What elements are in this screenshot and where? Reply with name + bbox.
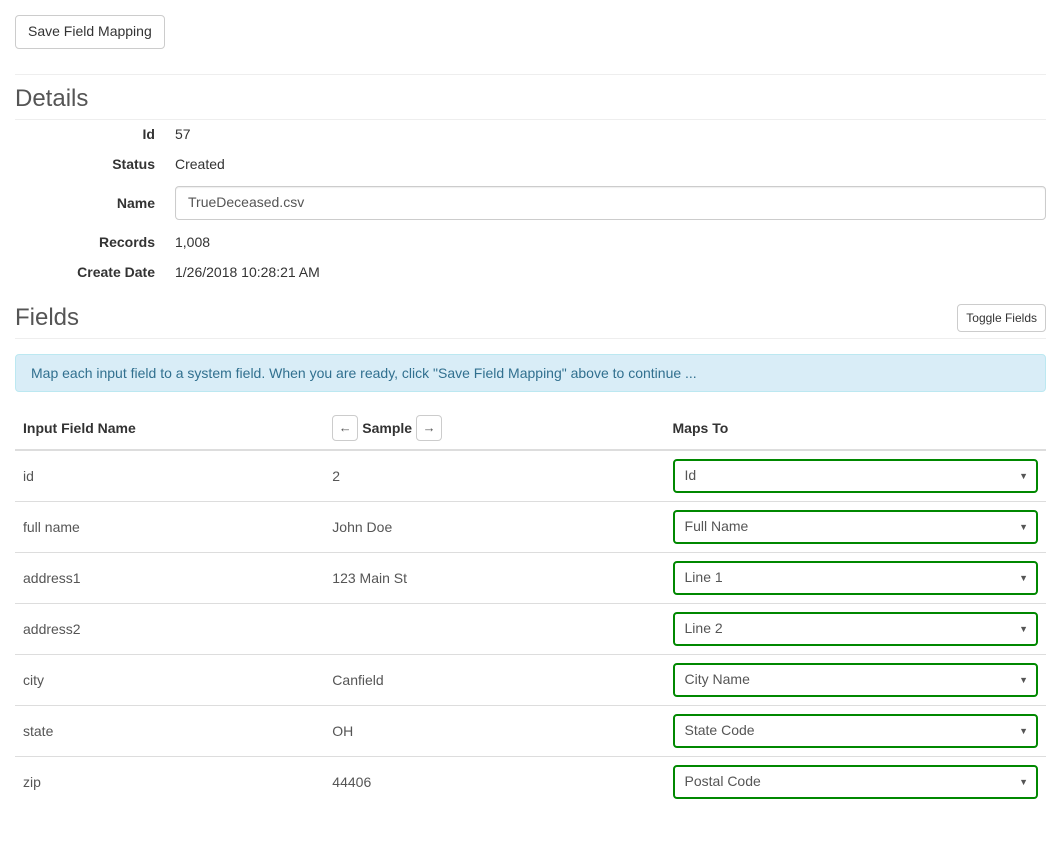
sample-label: Sample [362, 420, 412, 436]
maps-to-cell: Line 1 [665, 552, 1046, 603]
input-field-name: state [15, 705, 324, 756]
value-create-date: 1/26/2018 10:28:21 AM [175, 264, 1046, 280]
label-create-date: Create Date [15, 264, 175, 280]
value-id: 57 [175, 126, 1046, 142]
maps-to-cell: Id [665, 450, 1046, 501]
fields-heading: Fields [15, 304, 79, 332]
maps-to-select[interactable]: Line 2 [673, 612, 1038, 646]
toolbar: Save Field Mapping [15, 15, 1046, 75]
label-name: Name [15, 195, 175, 211]
sample-value: Canfield [324, 654, 664, 705]
name-input[interactable] [175, 186, 1046, 220]
input-field-name: id [15, 450, 324, 501]
details-heading: Details [15, 85, 1046, 120]
sample-value: John Doe [324, 501, 664, 552]
field-mapping-table: Input Field Name ← Sample → Maps To id2I… [15, 407, 1046, 807]
maps-to-select[interactable]: State Code [673, 714, 1038, 748]
table-row: zip44406 Postal Code [15, 756, 1046, 806]
sample-value [324, 603, 664, 654]
sample-value: OH [324, 705, 664, 756]
table-row: cityCanfield City Name [15, 654, 1046, 705]
sample-value: 44406 [324, 756, 664, 806]
label-status: Status [15, 156, 175, 172]
label-id: Id [15, 126, 175, 142]
col-header-input: Input Field Name [15, 407, 324, 450]
col-header-mapsto: Maps To [665, 407, 1046, 450]
input-field-name: full name [15, 501, 324, 552]
info-alert: Map each input field to a system field. … [15, 354, 1046, 392]
maps-to-select[interactable]: Line 1 [673, 561, 1038, 595]
value-status: Created [175, 156, 1046, 172]
table-row: address1123 Main St Line 1 [15, 552, 1046, 603]
maps-to-select[interactable]: Full Name [673, 510, 1038, 544]
maps-to-select[interactable]: City Name [673, 663, 1038, 697]
table-row: stateOH State Code [15, 705, 1046, 756]
value-records: 1,008 [175, 234, 1046, 250]
table-row: full nameJohn Doe Full Name [15, 501, 1046, 552]
maps-to-cell: Line 2 [665, 603, 1046, 654]
maps-to-select[interactable]: Postal Code [673, 765, 1038, 799]
table-row: address2 Line 2 [15, 603, 1046, 654]
maps-to-cell: Full Name [665, 501, 1046, 552]
sample-prev-button[interactable]: ← [332, 415, 358, 441]
maps-to-select[interactable]: Id [673, 459, 1038, 493]
col-header-sample: ← Sample → [324, 407, 664, 450]
toggle-fields-button[interactable]: Toggle Fields [957, 304, 1046, 332]
sample-value: 123 Main St [324, 552, 664, 603]
arrow-right-icon: → [423, 420, 436, 435]
maps-to-cell: State Code [665, 705, 1046, 756]
input-field-name: address1 [15, 552, 324, 603]
maps-to-cell: Postal Code [665, 756, 1046, 806]
input-field-name: address2 [15, 603, 324, 654]
details-form: Id 57 Status Created Name Records 1,008 … [15, 126, 1046, 280]
table-row: id2 Id [15, 450, 1046, 501]
arrow-left-icon: ← [339, 420, 352, 435]
input-field-name: city [15, 654, 324, 705]
sample-next-button[interactable]: → [416, 415, 442, 441]
maps-to-cell: City Name [665, 654, 1046, 705]
label-records: Records [15, 234, 175, 250]
sample-value: 2 [324, 450, 664, 501]
save-field-mapping-button[interactable]: Save Field Mapping [15, 15, 165, 49]
input-field-name: zip [15, 756, 324, 806]
